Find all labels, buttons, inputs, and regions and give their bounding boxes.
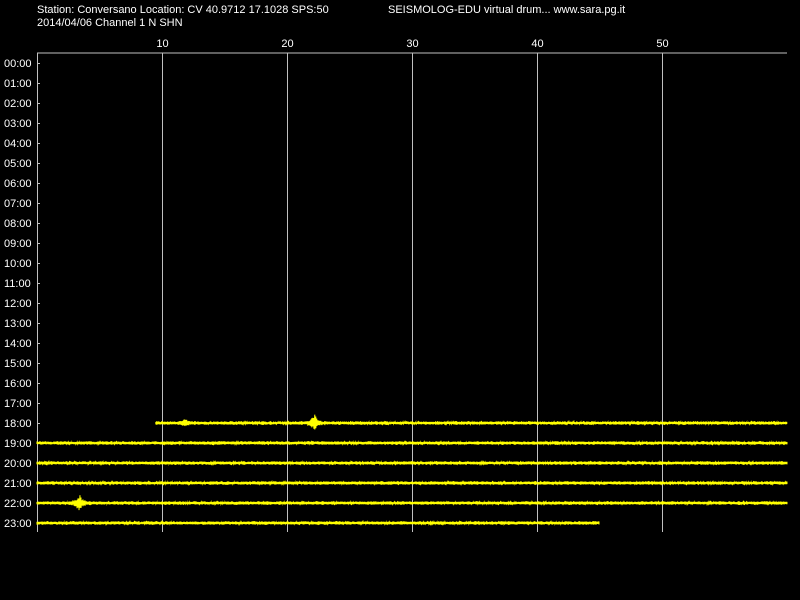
x-tick-label-40: 40: [531, 38, 543, 50]
trace-1800: [155, 414, 788, 430]
hour-label-2000: 20:00: [4, 458, 32, 470]
hour-label-1100: 11:00: [4, 278, 31, 290]
trace-2300: [36, 519, 600, 527]
hour-label-0200: 02:00: [4, 98, 32, 110]
x-tick-label-20: 20: [281, 38, 293, 50]
hour-label-0400: 04:00: [4, 138, 32, 150]
hour-label-1600: 16:00: [4, 378, 32, 390]
hour-label-1500: 15:00: [4, 358, 32, 370]
hour-label-0900: 09:00: [4, 238, 32, 250]
hour-label-0000: 00:00: [4, 58, 32, 70]
x-tick-label-10: 10: [156, 38, 168, 50]
hour-label-2200: 22:00: [4, 498, 32, 510]
hour-label-0700: 07:00: [4, 198, 32, 210]
hour-label-0300: 03:00: [4, 118, 32, 130]
hour-label-1700: 17:00: [4, 398, 32, 410]
hour-label-0600: 06:00: [4, 178, 32, 190]
hour-label-0800: 08:00: [4, 218, 32, 230]
hour-label-1400: 14:00: [4, 338, 32, 350]
hour-label-1900: 19:00: [4, 438, 32, 450]
x-tick-label-50: 50: [656, 38, 668, 50]
hour-label-1300: 13:00: [4, 318, 32, 330]
trace-2100: [36, 479, 788, 487]
hour-label-0500: 05:00: [4, 158, 32, 170]
x-tick-label-30: 30: [406, 38, 418, 50]
hour-label-0100: 01:00: [4, 78, 32, 90]
hour-label-1200: 12:00: [4, 298, 32, 310]
hour-label-1800: 18:00: [4, 418, 32, 430]
hour-label-2100: 21:00: [4, 478, 32, 490]
hour-label-2300: 23:00: [4, 518, 32, 530]
hour-label-1000: 10:00: [4, 258, 32, 270]
seismogram-drum-chart: 10 20 30 40 50 00:00 01:00 02:00 03:00 04:00 05:00…: [4, 38, 788, 532]
